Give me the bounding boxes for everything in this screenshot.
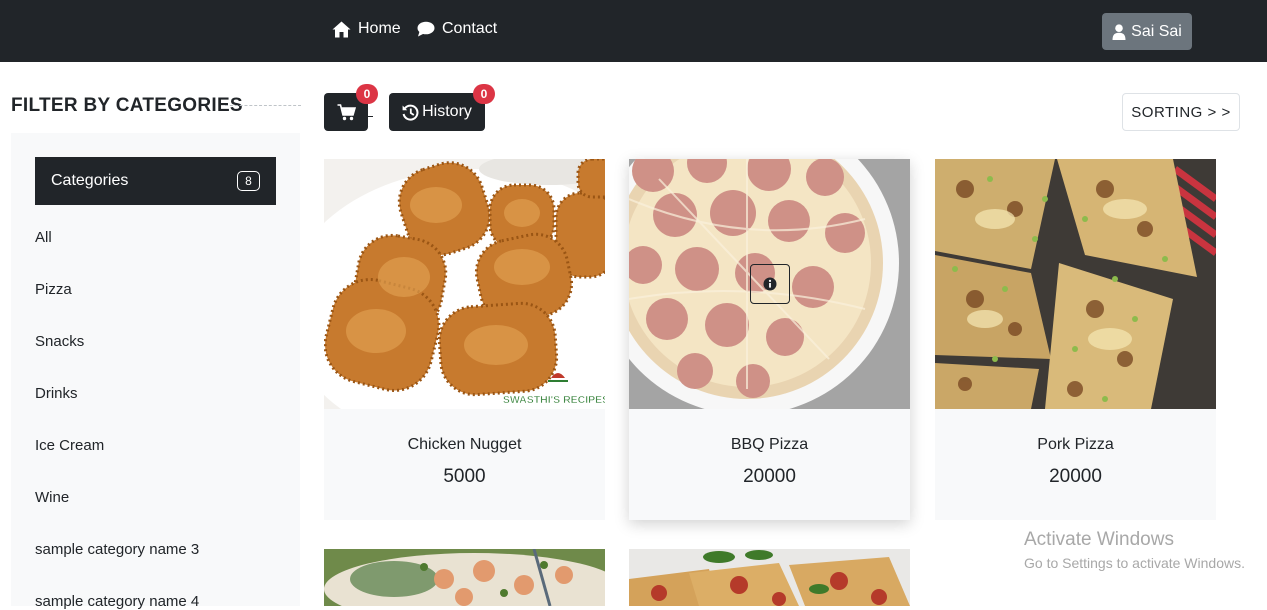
product-name: Chicken Nugget	[407, 436, 522, 453]
product-card-pork-pizza[interactable]: Pork Pizza 20000	[935, 159, 1216, 520]
sorting-button[interactable]: SORTING > >	[1122, 93, 1240, 131]
info-icon	[763, 277, 777, 291]
product-name: BBQ Pizza	[730, 436, 809, 453]
image-watermark-text: SWASTHI'S RECIPES	[503, 394, 605, 406]
nav-contact-label: Contact	[442, 20, 498, 37]
activate-windows-title: Activate Windows	[1024, 529, 1174, 550]
product-card-row2-2[interactable]	[629, 549, 910, 606]
activate-windows-subtitle: Go to Settings to activate Windows.	[1024, 555, 1245, 571]
product-price: 20000	[1049, 466, 1102, 487]
home-icon	[332, 21, 351, 37]
history-button[interactable]: History	[389, 93, 485, 131]
product-info-button[interactable]	[750, 264, 790, 304]
category-item-snacks[interactable]: Snacks	[35, 333, 84, 350]
category-sidebar: Categories 8 All Pizza Snacks Drinks Ice…	[11, 133, 300, 610]
nav-home-link[interactable]: Home	[332, 20, 401, 38]
nav-home-label: Home	[358, 20, 401, 37]
history-count-badge: 0	[473, 84, 495, 104]
category-item-sample-4[interactable]: sample category name 4	[35, 593, 199, 610]
product-image-chicken-nugget: SWASTHI'S RECIPES	[324, 159, 605, 409]
product-card-bbq-pizza[interactable]: BBQ Pizza 20000	[629, 159, 910, 520]
category-item-sample-3[interactable]: sample category name 3	[35, 541, 199, 558]
history-label: History	[422, 103, 472, 120]
title-divider	[225, 105, 301, 106]
category-item-drinks[interactable]: Drinks	[35, 385, 78, 402]
history-icon	[402, 104, 419, 121]
product-card-chicken-nugget[interactable]: SWASTHI'S RECIPES Chicken Nugget 5000	[324, 159, 605, 520]
categories-header[interactable]: Categories 8	[35, 157, 276, 205]
product-price: 5000	[443, 466, 486, 487]
product-image-pork-pizza	[935, 159, 1216, 409]
categories-count-badge: 8	[237, 171, 260, 191]
product-name: Pork Pizza	[1037, 436, 1114, 453]
cart-icon	[337, 103, 356, 120]
filter-title: FILTER BY CATEGORIES	[11, 95, 243, 116]
chat-bubble-icon	[417, 21, 435, 37]
category-item-all[interactable]: All	[35, 229, 52, 246]
user-menu-button[interactable]: Sai Sai	[1102, 13, 1192, 50]
category-item-wine[interactable]: Wine	[35, 489, 69, 506]
nav-contact-link[interactable]: Contact	[417, 20, 497, 38]
product-price: 20000	[743, 466, 796, 487]
user-icon	[1112, 23, 1126, 40]
user-name: Sai Sai	[1131, 22, 1182, 40]
top-navbar: Home Contact Sai Sai	[0, 0, 1267, 62]
category-item-ice-cream[interactable]: Ice Cream	[35, 437, 104, 454]
category-item-pizza[interactable]: Pizza	[35, 281, 72, 298]
product-card-row2-1[interactable]	[324, 549, 605, 606]
product-image-row2-2	[629, 549, 910, 606]
categories-header-label: Categories	[51, 172, 129, 189]
product-image-row2-1	[324, 549, 605, 606]
cart-count-badge: 0	[356, 84, 378, 104]
cart-underline	[365, 116, 373, 117]
